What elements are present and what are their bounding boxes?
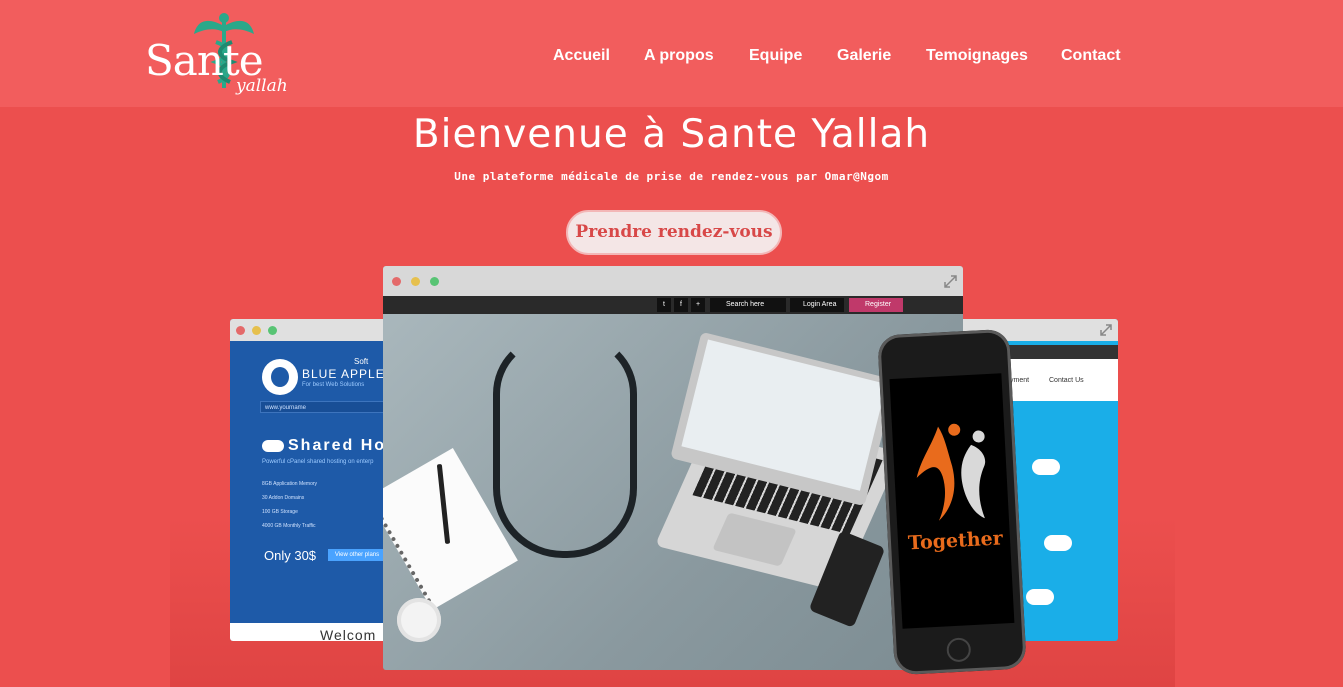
hero-subtitle: Une plateforme médicale de prise de rend… xyxy=(454,170,889,183)
book-appointment-button[interactable]: Prendre rendez-vous xyxy=(566,210,782,255)
phone-mockup: Together xyxy=(877,328,1027,676)
plus-icon: + xyxy=(691,298,705,312)
mockup-browser-left: Soft BLUE APPLE For best Web Solutions w… xyxy=(230,319,386,641)
mockup-tagline: For best Web Solutions xyxy=(302,382,365,388)
nav-contact[interactable]: Contact xyxy=(1061,47,1121,65)
list-item: 30 Addon Domains xyxy=(262,495,305,501)
main-nav: Accueil A propos Equipe Galerie Temoigna… xyxy=(0,47,1343,69)
nav-accueil[interactable]: Accueil xyxy=(553,47,610,65)
wifi-cloud-icon xyxy=(1044,535,1072,551)
mockup-toolbar: t f + Search here Login Area Register xyxy=(383,296,963,314)
mockup-brand-soft: Soft xyxy=(354,357,369,366)
mockup-browser-center: t f + Search here Login Area Register xyxy=(383,266,963,670)
people-logo-icon xyxy=(916,423,986,521)
maximize-dot-icon xyxy=(268,326,277,335)
minimize-dot-icon xyxy=(411,277,420,286)
close-dot-icon xyxy=(236,326,245,335)
close-dot-icon xyxy=(392,277,401,286)
browser-titlebar xyxy=(230,319,386,341)
coffee-cup-image xyxy=(397,598,441,642)
facebook-icon: f xyxy=(674,298,688,312)
nav-equipe[interactable]: Equipe xyxy=(749,47,802,65)
list-item: 100 GB Storage xyxy=(262,509,298,515)
site-header: Sante yallah Accueil A propos Equipe Gal… xyxy=(0,0,1343,107)
mockup-description: Powerful cPanel shared hosting on enterp xyxy=(262,459,374,465)
logo-subtitle: yallah xyxy=(236,76,288,96)
nav-temoignages[interactable]: Temoignages xyxy=(926,47,1028,65)
medical-desk-photo xyxy=(383,314,963,670)
apple-logo-icon xyxy=(262,359,298,395)
list-item: 8GB Application Memory xyxy=(262,481,318,487)
nav-a-propos[interactable]: A propos xyxy=(644,47,714,65)
mockup-welcome: Welcom xyxy=(230,623,386,641)
expand-icon xyxy=(1100,324,1112,336)
hero-title: Bienvenue à Sante Yallah xyxy=(412,112,931,157)
browser-titlebar xyxy=(383,266,963,296)
mockup-menu-item: Contact Us xyxy=(1049,377,1084,384)
nav-galerie[interactable]: Galerie xyxy=(837,47,891,65)
phone-app-name: Together xyxy=(907,527,1004,555)
mockup-feature-list: 8GB Application Memory 30 Addon Domains … xyxy=(262,477,317,533)
mockup-heading: Shared Ho xyxy=(288,437,386,454)
stethoscope-image xyxy=(493,334,637,558)
twitter-icon: t xyxy=(657,298,671,312)
mockup-search: Search here xyxy=(710,298,786,312)
list-item: 4000 GB Monthly Traffic xyxy=(262,523,316,529)
minimize-dot-icon xyxy=(252,326,261,335)
mockup-login: Login Area xyxy=(790,298,844,312)
mockup-brand: BLUE APPLE xyxy=(302,367,385,381)
mockup-price: Only 30$ xyxy=(264,548,317,563)
server-cloud-icon xyxy=(1026,589,1054,605)
cloud-icon xyxy=(262,440,284,452)
mockup-menu-item: yment xyxy=(1010,377,1030,384)
phone-screen: Together xyxy=(889,373,1015,629)
mail-cloud-icon xyxy=(1032,459,1060,475)
laptop-screen xyxy=(681,339,887,491)
mockup-domain-input: www.yourname xyxy=(260,401,386,413)
expand-icon xyxy=(944,275,957,288)
trackpad xyxy=(712,512,797,567)
mockup-plans-button: View other plans xyxy=(328,549,386,561)
mockup-register: Register xyxy=(849,298,903,312)
home-button-icon xyxy=(946,637,972,663)
maximize-dot-icon xyxy=(430,277,439,286)
